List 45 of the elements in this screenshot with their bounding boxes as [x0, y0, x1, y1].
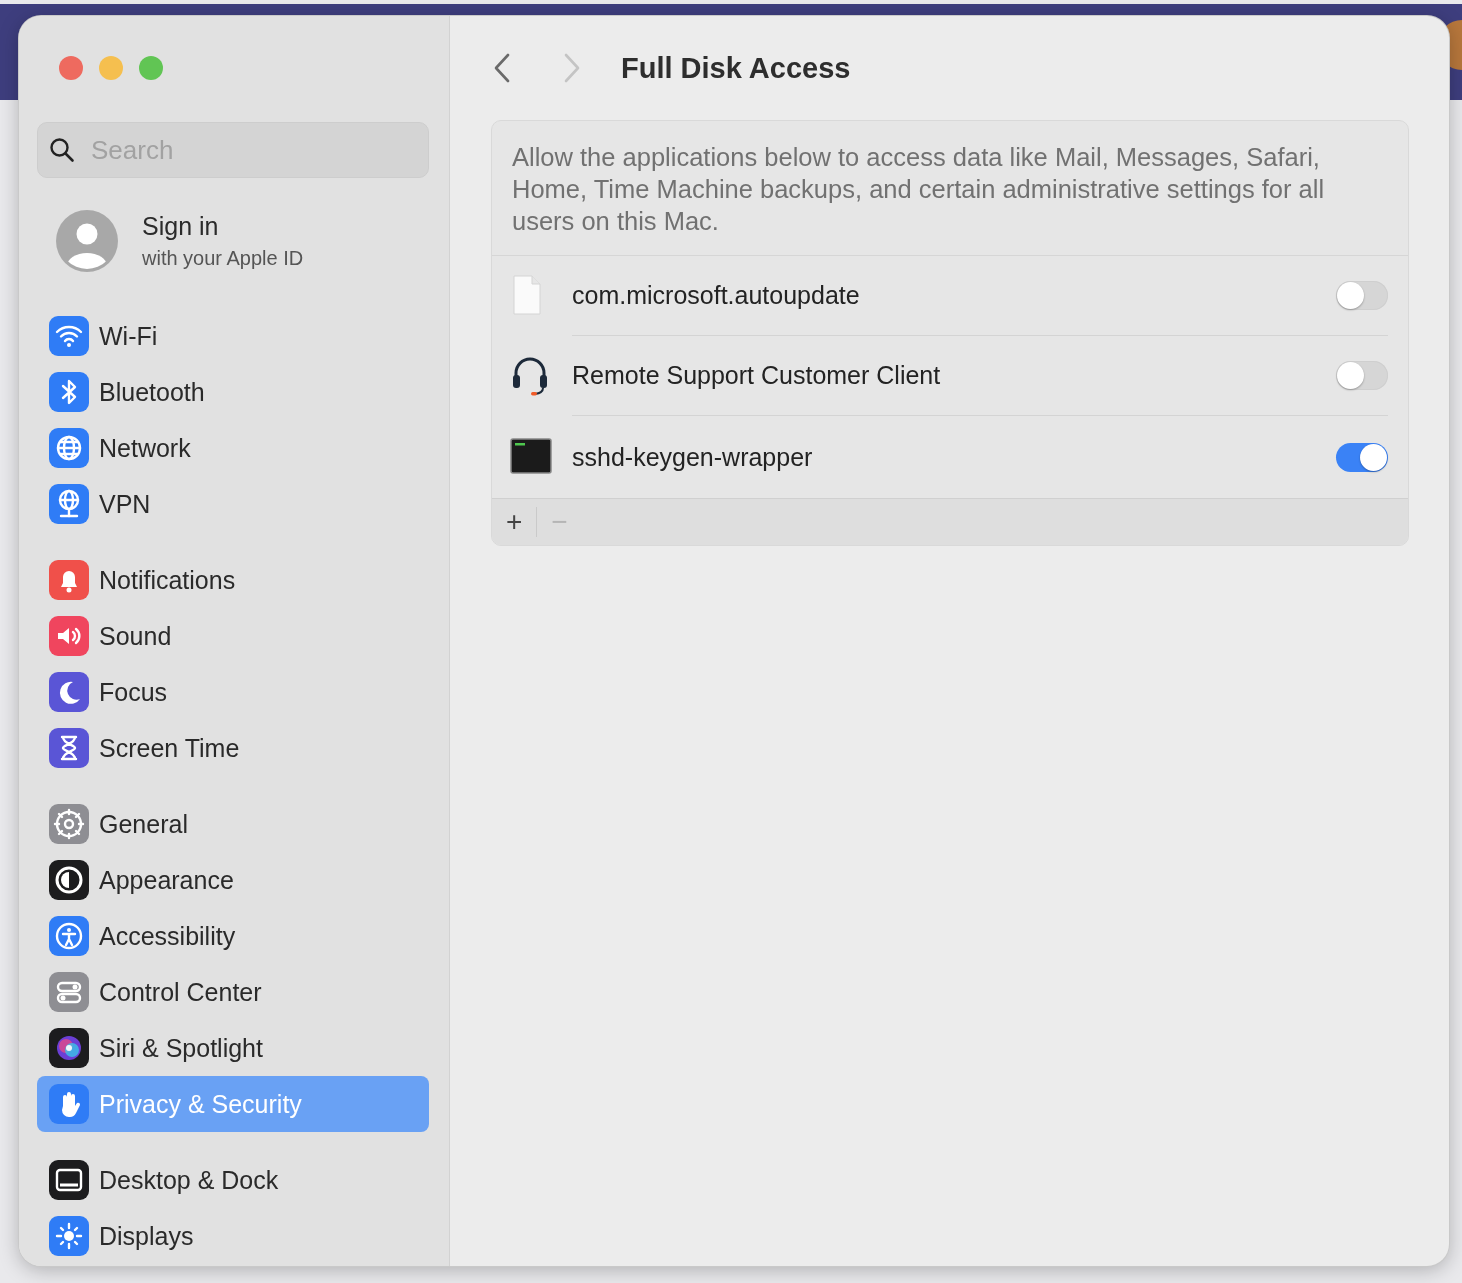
sidebar-item[interactable]: Wi-Fi — [37, 308, 429, 364]
sidebar-item[interactable]: Sound — [37, 608, 429, 664]
sidebar-item[interactable]: Appearance — [37, 852, 429, 908]
sun-icon — [49, 1216, 89, 1256]
gear-icon — [49, 804, 89, 844]
sidebar-item[interactable]: General — [37, 796, 429, 852]
sidebar-item[interactable]: Accessibility — [37, 908, 429, 964]
description-text: Allow the applications below to access data like Mail, Messages, Safari, Home, Time Machine backups, and certain administrative settings for all users on this Mac. — [492, 121, 1408, 256]
bluetooth-icon — [49, 372, 89, 412]
sidebar-item[interactable]: Focus — [37, 664, 429, 720]
toggle-switch[interactable] — [1336, 442, 1388, 472]
minimize-button[interactable] — [99, 56, 123, 80]
toggle-switch[interactable] — [1336, 361, 1388, 390]
wifi-icon — [49, 316, 89, 356]
sidebar-item[interactable]: Notifications — [37, 552, 429, 608]
account-subtitle: with your Apple ID — [142, 247, 304, 270]
sidebar-item[interactable]: Bluetooth — [37, 364, 429, 420]
zoom-button[interactable] — [139, 56, 163, 80]
sidebar-item[interactable]: Siri & Spotlight — [37, 1020, 429, 1076]
bell-icon — [49, 560, 89, 600]
toggles-icon — [49, 972, 89, 1012]
sidebar-item[interactable]: Network — [37, 420, 429, 476]
sidebar-item[interactable]: Desktop & Dock — [37, 1152, 429, 1208]
globe-icon — [49, 484, 89, 524]
app-name: Remote Support Customer Client — [572, 361, 941, 390]
hourglass-icon — [49, 728, 89, 768]
avatar-icon — [56, 210, 118, 272]
accessibility-icon — [49, 916, 89, 956]
add-button[interactable]: + — [502, 504, 527, 540]
sidebar-item[interactable]: VPN — [37, 476, 429, 532]
speaker-icon — [49, 616, 89, 656]
app-name: sshd-keygen-wrapper — [572, 442, 813, 472]
sidebar-item[interactable]: Displays — [37, 1208, 429, 1264]
close-button[interactable] — [59, 56, 83, 80]
globe-icon — [49, 428, 89, 468]
dock-icon — [49, 1160, 89, 1200]
hand-icon — [49, 1084, 89, 1124]
toggle-switch[interactable] — [1336, 281, 1388, 310]
sidebar-item[interactable]: Screen Time — [37, 720, 429, 776]
sign-in-link[interactable]: Sign in — [142, 212, 304, 241]
orb-icon — [49, 1028, 89, 1068]
page-title: Full Disk Access — [621, 51, 851, 85]
app-name: com.microsoft.autoupdate — [572, 281, 860, 310]
sidebar-item[interactable]: Control Center — [37, 964, 429, 1020]
moon-icon — [49, 672, 89, 712]
